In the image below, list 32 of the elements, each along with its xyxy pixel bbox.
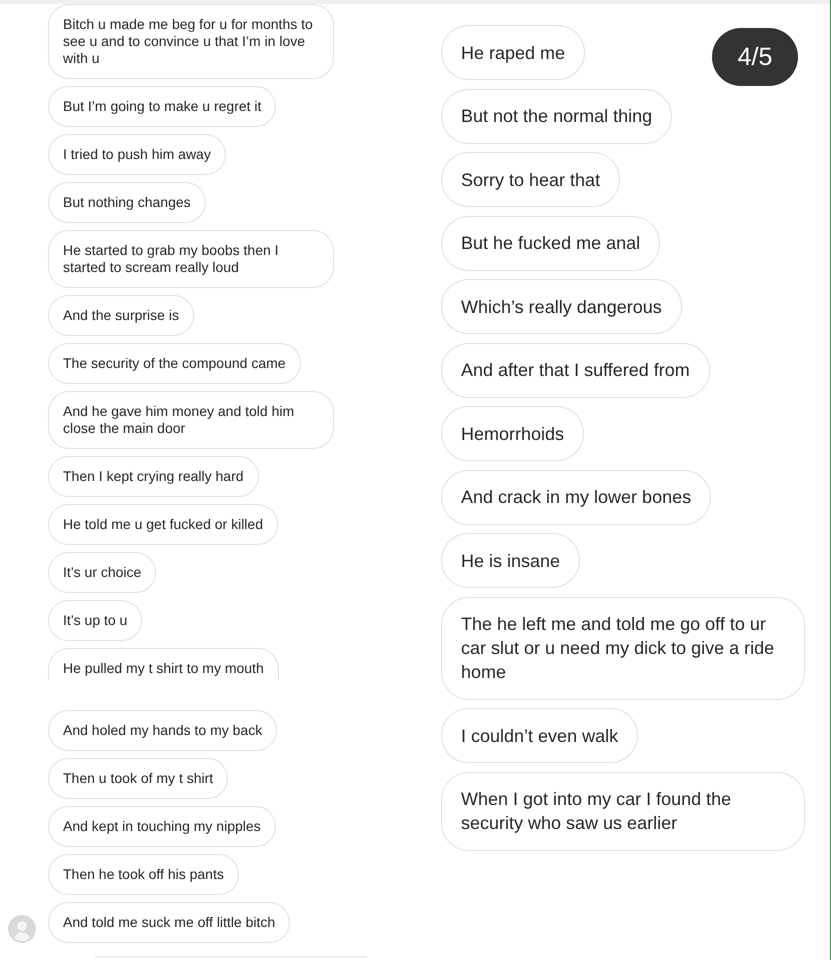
message-bubble: The he left me and told me go off to ur car slut or u need my dick to give a ride home: [441, 596, 805, 700]
message-bubble: The security of the compound came: [48, 343, 301, 384]
message-bubble: But I’m going to make u regret it: [48, 86, 276, 127]
message-bubble: Sorry to hear that: [441, 152, 620, 207]
message-bubble: And told me suck me off little bitch: [48, 902, 290, 943]
message-bubble: I couldn’t even walk: [441, 708, 638, 763]
message-bubble: And the surprise is: [48, 295, 194, 336]
page-indicator: 4/5: [712, 28, 798, 86]
message-bubble: Which’s really dangerous: [441, 279, 682, 334]
message-bubble: I tried to push him away: [48, 134, 226, 175]
message-bubble: He is insane: [441, 533, 580, 588]
message-bubble: But nothing changes: [48, 182, 206, 223]
message-bubble: When I got into my car I found the security who saw us earlier: [441, 772, 805, 850]
message-bubble: He raped me: [441, 25, 586, 80]
message-bubble: And holed my hands to my back: [48, 710, 278, 751]
message-bubble: Hemorrhoids: [441, 406, 584, 461]
message-bubble: Bitch u made me beg for u for months to see u and to convince u that I’m in love with u: [48, 4, 334, 79]
message-bubble: But not the normal thing: [441, 88, 672, 144]
message-bubble: Then u took of my t shirt: [48, 758, 228, 799]
message-bubble: He started to grab my boobs then I started to scream really loud: [48, 230, 334, 288]
message-bubble: It’s ur choice: [48, 552, 156, 593]
message-bubble: And kept in touching my nipples: [48, 806, 276, 847]
message-bubble: And he gave him money and told him close the main door: [48, 391, 334, 449]
message-bubble: He told me u get fucked or killed: [48, 504, 278, 545]
message-bubble: It’s up to u: [48, 600, 142, 641]
message-bubble: And after that I suffered from: [441, 342, 710, 398]
message-bubble: Then he took off his pants: [48, 854, 239, 895]
message-bubble: But he fucked me anal: [441, 216, 660, 270]
message-bubble: He pulled my t shirt to my mouth: [48, 648, 279, 680]
message-bubble: And crack in my lower bones: [441, 470, 712, 524]
avatar-icon: [8, 915, 36, 943]
message-bubble: Then I kept crying really hard: [48, 456, 259, 497]
